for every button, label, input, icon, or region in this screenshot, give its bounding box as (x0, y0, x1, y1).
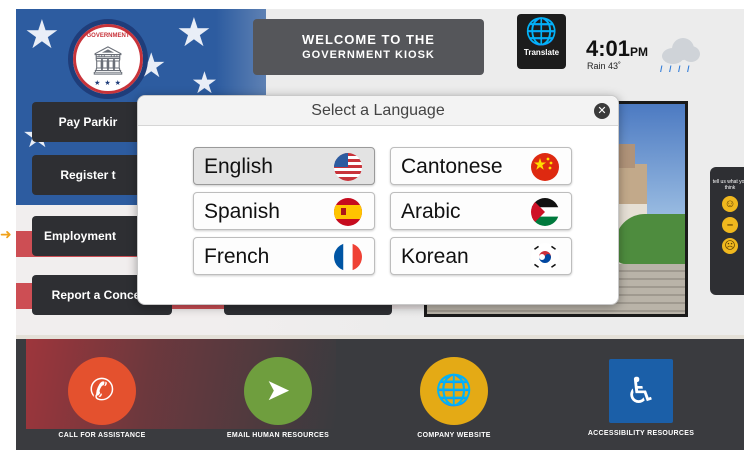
language-name: French (204, 245, 270, 268)
dialog-header: Select a Language ✕ (138, 96, 618, 126)
call-assistance-button[interactable]: ✆ CALL FOR ASSISTANCE (36, 357, 168, 439)
palestine-flag-icon (531, 198, 559, 226)
paper-plane-icon: ➤ (244, 357, 312, 425)
email-label: EMAIL HUMAN RESOURCES (226, 432, 330, 439)
government-seal-logo: GOVERNMENT 🏛 ★ ★ ★ (68, 19, 148, 99)
language-dialog: Select a Language ✕ English Cantonese Sp… (137, 95, 619, 305)
rain-cloud-icon: / / / / (658, 36, 702, 74)
pointer-arrow-icon: ➜ (0, 226, 12, 242)
language-name: Arabic (401, 200, 461, 223)
language-name: Cantonese (401, 155, 503, 178)
seal-text: GOVERNMENT (86, 33, 130, 39)
globe-translate-icon: 🌐 (525, 16, 558, 46)
translate-button[interactable]: 🌐 Translate (517, 14, 566, 69)
language-spanish-button[interactable]: Spanish (193, 192, 375, 230)
kiosk-screen: ★ ★ ★ ★ ★ GOVERNMENT 🏛 ★ ★ ★ WELCOME TO … (16, 9, 744, 450)
welcome-line-1: WELCOME TO THE (302, 32, 435, 47)
accessibility-button[interactable]: ♿ ACCESSIBILITY RESOURCES (566, 357, 716, 437)
website-label: COMPANY WEBSITE (417, 432, 491, 439)
language-korean-button[interactable]: Korean (390, 237, 572, 275)
language-cantonese-button[interactable]: Cantonese (390, 147, 572, 185)
happy-face-icon[interactable]: ☺ (722, 196, 738, 212)
welcome-banner: WELCOME TO THE GOVERNMENT KIOSK (253, 19, 484, 75)
clock: 4:01PM (586, 36, 648, 62)
language-arabic-button[interactable]: Arabic (390, 192, 572, 230)
france-flag-icon (334, 243, 362, 271)
register-button[interactable]: Register t (32, 155, 144, 195)
call-label: CALL FOR ASSISTANCE (58, 432, 146, 439)
close-icon[interactable]: ✕ (594, 103, 610, 119)
translate-label: Translate (523, 48, 560, 57)
korea-flag-icon (531, 243, 559, 271)
sad-face-icon[interactable]: ☹ (722, 238, 738, 254)
language-french-button[interactable]: French (193, 237, 375, 275)
footer-bar: ✆ CALL FOR ASSISTANCE ➤ EMAIL HUMAN RESO… (16, 339, 744, 450)
accessibility-label: ACCESSIBILITY RESOURCES (587, 430, 695, 437)
capitol-dome-icon: 🏛 (90, 45, 126, 76)
clock-time: 4:01 (586, 36, 631, 61)
feedback-panel: tell us what you think ☺ – ☹ (710, 167, 744, 295)
welcome-line-2: GOVERNMENT KIOSK (302, 49, 435, 61)
us-flag-icon (334, 153, 362, 181)
weather-text: Rain 43˚ (587, 61, 622, 71)
employment-button[interactable]: Employment (32, 216, 144, 256)
dialog-title: Select a Language (311, 102, 445, 119)
language-name: Korean (401, 245, 469, 268)
neutral-face-icon[interactable]: – (722, 217, 738, 233)
spain-flag-icon (334, 198, 362, 226)
language-name: English (204, 155, 273, 178)
feedback-prompt: tell us what you think (712, 179, 744, 191)
language-english-button[interactable]: English (193, 147, 375, 185)
globe-icon: 🌐 (420, 357, 488, 425)
china-flag-icon (531, 153, 559, 181)
phone-icon: ✆ (68, 357, 136, 425)
clock-ampm: PM (630, 45, 649, 59)
company-website-button[interactable]: 🌐 COMPANY WEBSITE (388, 357, 520, 439)
wheelchair-icon: ♿ (609, 359, 673, 423)
language-name: Spanish (204, 200, 280, 223)
pay-parking-button[interactable]: Pay Parkir (32, 102, 144, 142)
email-hr-button[interactable]: ➤ EMAIL HUMAN RESOURCES (212, 357, 344, 439)
